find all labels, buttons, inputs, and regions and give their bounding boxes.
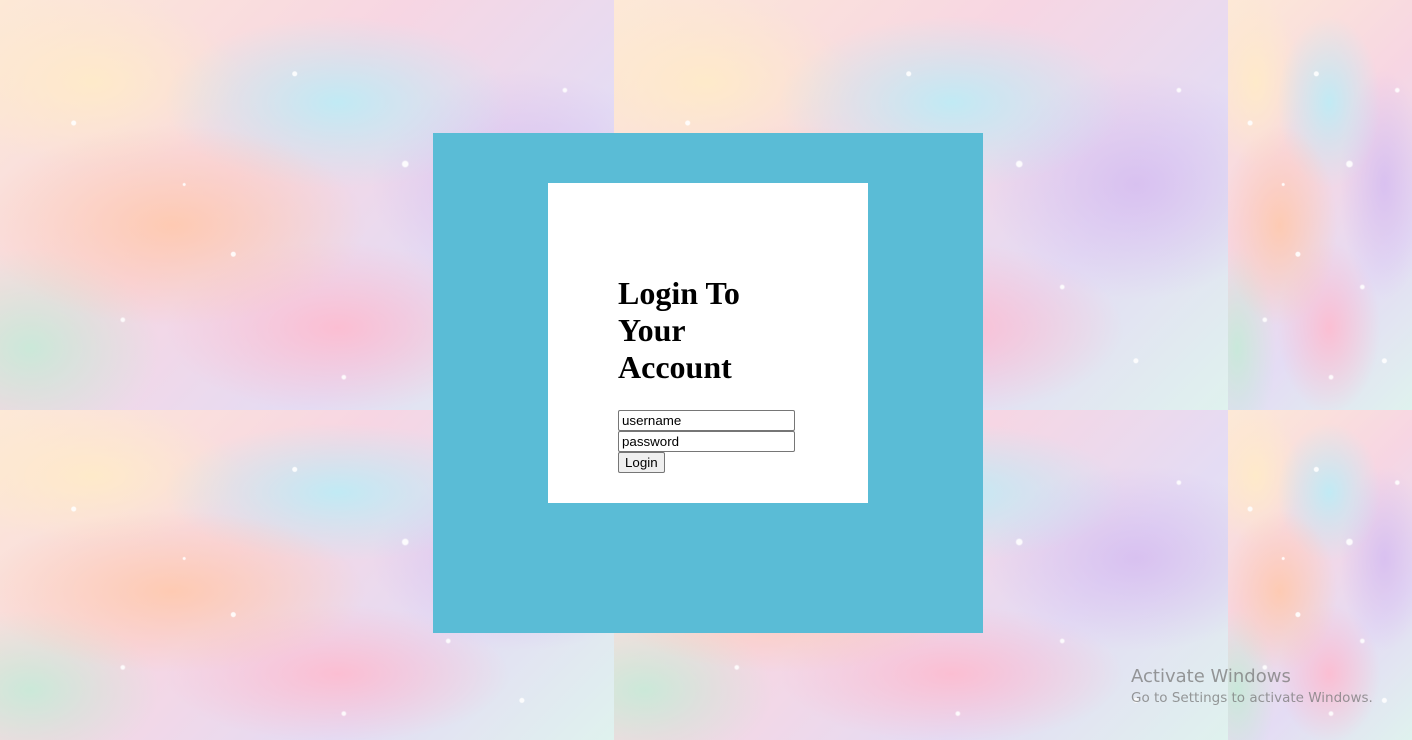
login-card: Login To Your Account Login [548,183,868,503]
watermark-subtitle: Go to Settings to activate Windows. [1131,690,1373,706]
login-form: Login To Your Account Login [618,275,798,473]
login-title: Login To Your Account [618,275,740,385]
password-input[interactable] [618,431,795,452]
background-tile [1228,0,1412,410]
login-button[interactable]: Login [618,452,665,473]
username-input[interactable] [618,410,795,431]
login-panel: Login To Your Account Login [433,133,983,633]
activate-windows-watermark: Activate Windows Go to Settings to activ… [1131,666,1373,707]
watermark-title: Activate Windows [1131,666,1291,687]
login-fields: Login [618,410,798,473]
